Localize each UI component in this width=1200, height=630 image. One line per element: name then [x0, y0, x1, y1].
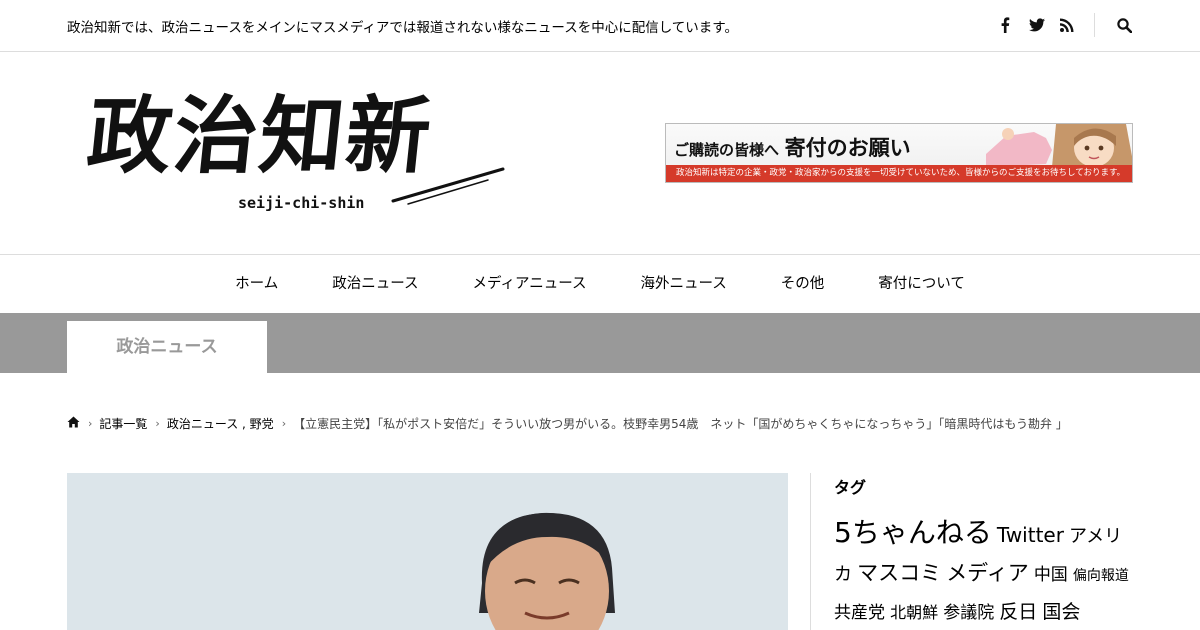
tag-link[interactable]: 参議院: [943, 603, 994, 623]
site-logo[interactable]: 政治知新 seiji-chi-shin: [83, 86, 513, 216]
breadcrumb-current-article: 【立憲民主党】「私がポスト安倍だ」そういい放つ男がいる。枝野幸男54歳 ネット「…: [293, 416, 1068, 431]
breadcrumb: › 記事一覧 › 政治ニュース , 野党 › 【立憲民主党】「私がポスト安倍だ」…: [67, 414, 1068, 432]
logo-brush-stroke: [391, 167, 505, 205]
site-tagline: 政治知新では、政治ニュースをメインにマスメディアでは報道されない様なニュースを中…: [67, 20, 738, 36]
tag-link[interactable]: Twitter: [997, 523, 1064, 547]
tag-cloud: 5ちゃんねる Twitter アメリカ マスコミ メディア 中国 偏向報道 共産…: [834, 515, 1134, 630]
breadcrumb-category[interactable]: 政治ニュース , 野党: [167, 415, 274, 432]
logo-text: 政治知新: [82, 86, 438, 185]
donation-banner[interactable]: ご購読の皆様へ 寄付のお願い 政治知新は特定の企業・政党・政治家からの支援を一切…: [665, 123, 1133, 183]
topbar-divider: [1094, 13, 1095, 37]
nav-item-other[interactable]: その他: [754, 256, 852, 313]
breadcrumb-article-list[interactable]: 記事一覧: [99, 415, 147, 432]
nav-item-politics[interactable]: 政治ニュース: [305, 256, 445, 313]
banner-title-small: ご購読の皆様へ: [674, 141, 780, 159]
nav-item-overseas[interactable]: 海外ニュース: [613, 256, 753, 313]
tag-link[interactable]: 偏向報道: [1073, 568, 1129, 584]
banner-title-big: 寄付のお願い: [784, 135, 911, 160]
tag-link[interactable]: 北朝鮮: [890, 603, 938, 622]
tag-link[interactable]: 中国: [1034, 565, 1068, 585]
home-icon[interactable]: [67, 416, 80, 431]
sidebar-tags-title: タグ: [834, 478, 867, 497]
tag-link[interactable]: 国会: [1042, 601, 1080, 623]
banner-title: ご購読の皆様へ 寄付のお願い: [674, 132, 911, 162]
nav-item-media[interactable]: メディアニュース: [446, 256, 614, 313]
tag-link[interactable]: 共産党: [834, 603, 885, 623]
banner-strip: 政治知新は特定の企業・政党・政治家からの支援を一切受けていないため、皆様からのご…: [666, 165, 1132, 182]
breadcrumb-separator: ›: [155, 416, 160, 430]
article-hero-image: [67, 473, 788, 630]
facebook-icon[interactable]: [1000, 14, 1010, 36]
nav-item-home[interactable]: ホーム: [208, 256, 305, 313]
nav-item-donation[interactable]: 寄付について: [851, 256, 992, 313]
breadcrumb-separator: ›: [281, 416, 287, 430]
banner-character-illustration: [986, 124, 1132, 167]
logo-subtext: seiji-chi-shin: [238, 194, 365, 212]
category-tab[interactable]: 政治ニュース: [67, 321, 267, 373]
search-icon[interactable]: [1117, 14, 1132, 36]
twitter-icon[interactable]: [1029, 14, 1045, 36]
person-photo: [67, 473, 788, 630]
category-band: 政治ニュース: [0, 313, 1200, 373]
tag-link[interactable]: メディア: [946, 561, 1029, 585]
rss-icon[interactable]: [1060, 14, 1074, 36]
sidebar: タグ 5ちゃんねる Twitter アメリカ マスコミ メディア 中国 偏向報道…: [810, 473, 1140, 630]
tag-link[interactable]: 反日: [999, 601, 1037, 623]
site-header: 政治知新 seiji-chi-shin ご購読の皆様へ 寄付のお願い 政治知新は…: [0, 52, 1200, 255]
tag-link[interactable]: 5ちゃんねる: [834, 516, 992, 549]
top-bar: 政治知新では、政治ニュースをメインにマスメディアでは報道されない様なニュースを中…: [0, 0, 1200, 52]
tag-link[interactable]: マスコミ: [857, 561, 941, 585]
main-nav: ホーム 政治ニュース メディアニュース 海外ニュース その他 寄付について: [0, 256, 1200, 313]
breadcrumb-separator: ›: [88, 416, 93, 430]
